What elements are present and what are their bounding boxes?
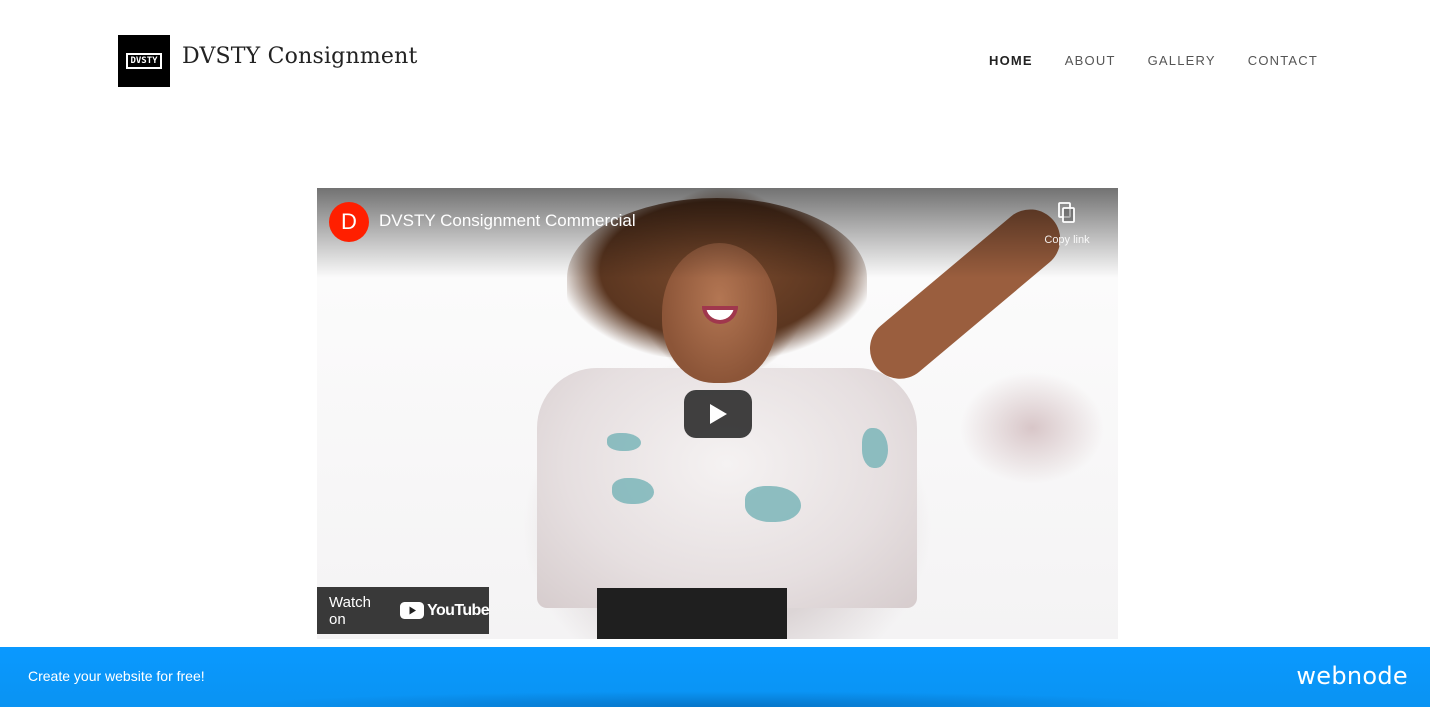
create-website-link[interactable]: Create your website for free! <box>28 668 205 684</box>
copy-icon <box>1057 202 1077 224</box>
youtube-wordmark: YouTube <box>427 601 489 619</box>
main-nav: HOME ABOUT GALLERY CONTACT <box>989 53 1318 68</box>
copy-link-label: Copy link <box>1044 234 1090 246</box>
youtube-logo: YouTube <box>400 601 490 620</box>
play-icon <box>710 404 727 424</box>
webnode-logo[interactable]: webnode <box>1296 662 1408 690</box>
channel-initial: D <box>341 209 357 234</box>
nav-home[interactable]: HOME <box>989 53 1033 68</box>
site-logo[interactable]: DVSTY <box>118 35 170 87</box>
site-title[interactable]: DVSTY Consignment <box>182 44 418 69</box>
shirt-patch <box>862 428 888 468</box>
shirt-patch <box>607 433 641 451</box>
nav-about[interactable]: ABOUT <box>1065 53 1116 68</box>
copy-link-button[interactable]: Copy link <box>1038 202 1096 248</box>
watch-on-youtube-button[interactable]: Watch on YouTube <box>317 587 490 634</box>
play-button[interactable] <box>684 390 752 438</box>
site-header: DVSTY DVSTY Consignment HOME ABOUT GALLE… <box>0 0 1430 120</box>
logo-text: DVSTY <box>126 53 162 69</box>
webnode-banner: Create your website for free! webnode <box>0 647 1430 707</box>
youtube-icon <box>400 602 425 619</box>
watch-on-label: Watch on <box>329 593 371 628</box>
video-top-overlay <box>317 188 1118 278</box>
youtube-embed[interactable]: D DVSTY Consignment Commercial Copy link… <box>317 188 1118 639</box>
thumbnail-waistband <box>597 588 787 639</box>
nav-contact[interactable]: CONTACT <box>1248 53 1318 68</box>
shirt-patch <box>745 486 801 522</box>
nav-gallery[interactable]: GALLERY <box>1148 53 1216 68</box>
channel-avatar[interactable]: D <box>329 202 369 242</box>
shirt-patch <box>612 478 654 504</box>
banner-shadow <box>230 691 1210 707</box>
video-title[interactable]: DVSTY Consignment Commercial <box>379 211 636 231</box>
